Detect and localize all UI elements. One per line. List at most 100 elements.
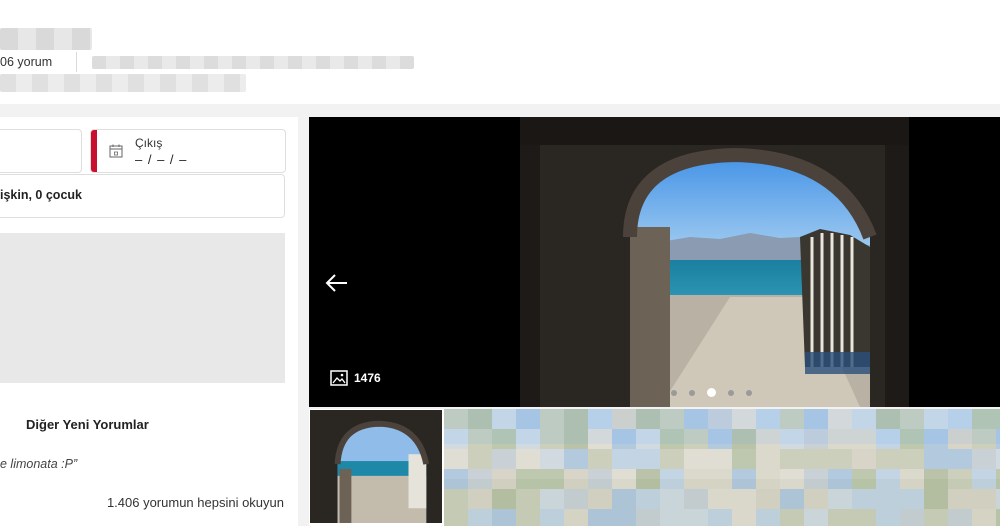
carousel-dot[interactable] [728,389,734,396]
read-all-reviews-link[interactable]: 1.406 yorumun hepsini okuyun [107,495,284,510]
pixel-block [900,409,924,429]
pixel-block [516,449,540,469]
pixel-block [756,409,780,429]
pixel-block [780,509,804,526]
pixel-block [756,449,780,469]
pixel-block [612,469,636,489]
checkin-field[interactable] [0,129,82,173]
pixel-block [804,489,828,509]
pixel-block [684,509,708,526]
pixel-block [996,429,1000,449]
carousel-dots [671,388,752,397]
gallery-main-photo [520,117,909,407]
pixel-block [828,409,852,429]
checkout-field[interactable]: Çıkış – / – / – [90,129,286,173]
pixel-block [924,509,948,526]
pixel-block [756,469,780,489]
pixel-block [732,409,756,429]
other-reviews-title: Diğer Yeni Yorumlar [26,417,149,432]
pixel-block [900,449,924,469]
pixel-block [444,429,468,449]
pixel-block [612,449,636,469]
carousel-dot[interactable] [671,389,677,396]
carousel-dot-active[interactable] [707,388,716,397]
pixel-block [780,429,804,449]
pixel-block [828,449,852,469]
pixel-block [564,449,588,469]
reviews-count[interactable]: 06 yorum [0,53,52,71]
pixel-block [492,509,516,526]
pixel-block [588,489,612,509]
pixel-block [540,469,564,489]
property-title-redacted [0,28,92,50]
arrow-left-icon[interactable] [325,273,349,293]
pixel-block [564,429,588,449]
pixel-block [732,449,756,469]
pixel-block [708,409,732,429]
photo-count: 1476 [354,371,381,385]
pixel-block [924,489,948,509]
pixel-block [636,509,660,526]
pixel-block [540,489,564,509]
pixel-block [612,509,636,526]
thumbnail-strip [309,409,1000,526]
pixel-block [804,469,828,489]
checkout-label: Çıkış [135,136,163,150]
pixel-block [540,449,564,469]
pixel-block [924,429,948,449]
pixel-block [684,489,708,509]
pixel-block [468,469,492,489]
pixel-block [756,489,780,509]
pixel-block [516,469,540,489]
pixel-block [876,469,900,489]
pixel-block [564,409,588,429]
pixel-block [804,409,828,429]
pixel-block [876,449,900,469]
image-icon [330,370,348,386]
pixel-block [924,409,948,429]
thumbnail-redacted[interactable] [444,409,1000,526]
pixel-block [636,489,660,509]
pixel-block [804,509,828,526]
pixel-block [612,489,636,509]
pixel-block [708,429,732,449]
photo-gallery[interactable]: 1476 [309,117,1000,407]
pixel-block [972,489,996,509]
pixel-block [660,409,684,429]
pixel-block [564,469,588,489]
pixel-block [684,409,708,429]
pixel-block [612,429,636,449]
booking-panel: Çıkış – / – / – işkin, 0 çocuk Diğer Yen… [0,117,298,526]
pixel-block [780,449,804,469]
pixel-block [876,429,900,449]
pixel-block [468,409,492,429]
pixel-block [852,449,876,469]
pixel-block [804,429,828,449]
pixel-block [804,449,828,469]
pixel-block [564,489,588,509]
pixel-block [516,429,540,449]
guests-field[interactable]: işkin, 0 çocuk [0,174,285,218]
pixel-block [828,469,852,489]
pixel-block [852,509,876,526]
pixel-block [900,509,924,526]
pixel-block [492,429,516,449]
thumbnail-selected[interactable] [309,409,443,524]
ad-placeholder [0,233,285,383]
pixel-block [636,469,660,489]
pixel-block [492,449,516,469]
pixel-block [588,509,612,526]
pixel-block [876,509,900,526]
carousel-dot[interactable] [746,389,752,396]
checkout-highlight [91,130,97,172]
pixel-block [444,489,468,509]
carousel-dot[interactable] [689,389,695,396]
pixel-block [732,429,756,449]
pixel-block [516,409,540,429]
pixel-block [876,489,900,509]
pixel-block [588,409,612,429]
pixel-block [996,409,1000,429]
pixel-block [852,429,876,449]
pixel-block [660,429,684,449]
pixel-block [660,489,684,509]
